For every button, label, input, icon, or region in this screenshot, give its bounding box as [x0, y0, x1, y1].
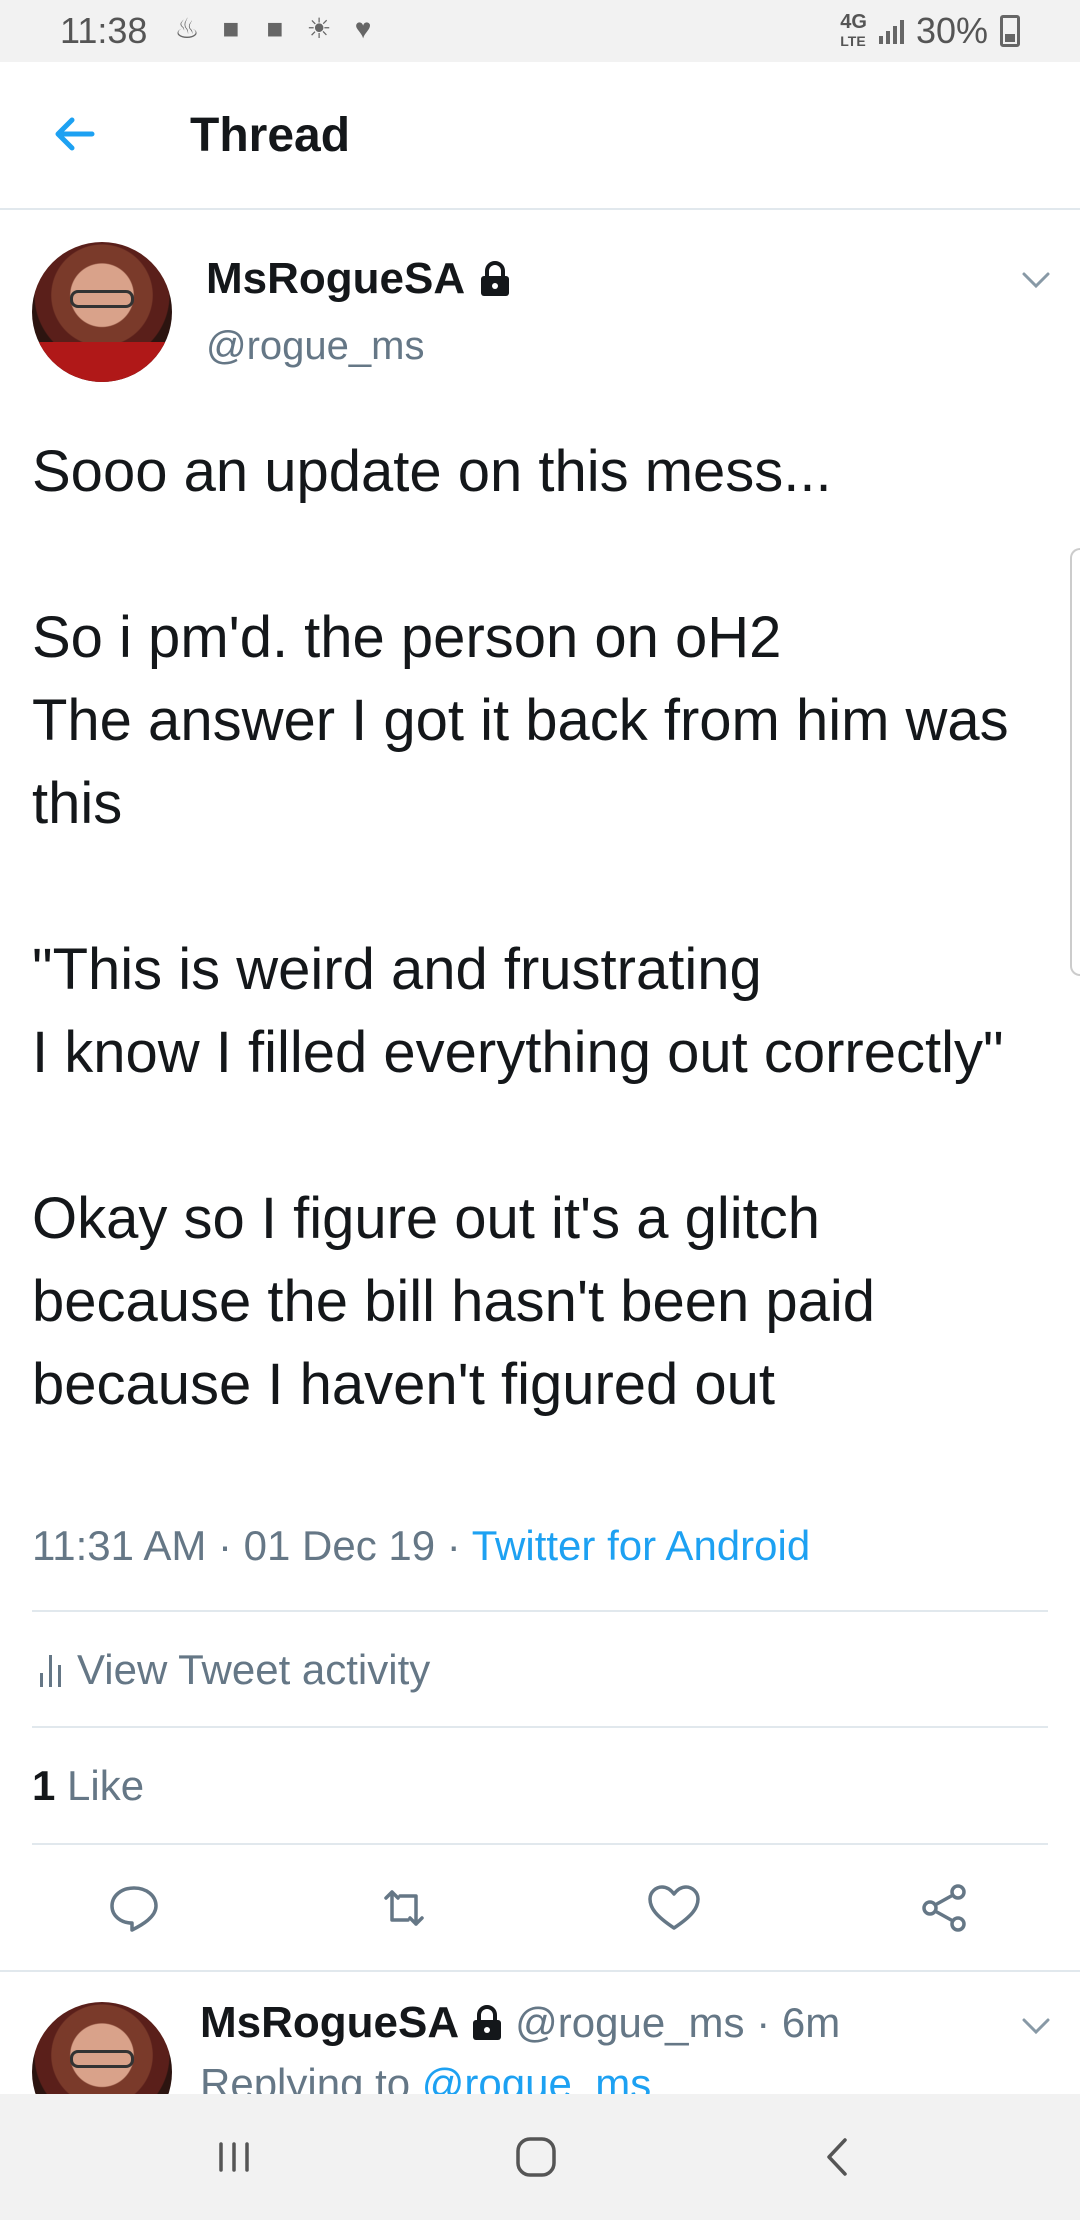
share-icon [922, 1884, 966, 1932]
divider [0, 1970, 1080, 1972]
activity-chart-icon [40, 1653, 61, 1687]
reply-author-name[interactable]: MsRogueSA [200, 1998, 459, 2048]
like-button[interactable] [644, 1878, 704, 1938]
reply-author[interactable]: MsRogueSA @rogue_ms · 6m [200, 1998, 840, 2048]
chevron-down-icon[interactable] [1018, 262, 1054, 298]
status-right: 4G LTE 30% [840, 10, 1020, 52]
battery-percent: 30% [915, 10, 988, 51]
tweet-timestamp: 11:31 AM · 01 Dec 19 · Twitter for Andro… [32, 1522, 811, 1569]
like-count: 1 [32, 1762, 56, 1809]
tweet-text: Sooo an update on this mess... So i pm'd… [32, 439, 1009, 1417]
lock-icon [481, 261, 510, 296]
retweet-button[interactable] [374, 1878, 434, 1938]
like-label: Like [67, 1762, 145, 1809]
tweet-date: 01 Dec 19 [243, 1522, 436, 1569]
home-icon [516, 2137, 556, 2177]
tweet-time: 11:31 AM [32, 1522, 207, 1569]
lock-icon [473, 2005, 502, 2040]
video-icon: ■ [266, 13, 284, 44]
divider [32, 1843, 1048, 1845]
scroll-indicator[interactable] [1070, 548, 1080, 976]
author-handle[interactable]: @rogue_ms [206, 324, 424, 369]
back-arrow-icon[interactable] [48, 108, 100, 160]
heart-icon: ♥ [354, 13, 372, 44]
battery-icon [1000, 15, 1020, 47]
signal-icon [878, 18, 904, 44]
avatar[interactable] [32, 242, 172, 382]
recent-apps-icon [219, 2142, 249, 2172]
weather-icon: ☀ [306, 13, 332, 44]
network-indicator: 4G LTE [840, 10, 867, 49]
author-name[interactable]: MsRogueSA [206, 254, 513, 304]
status-time: 11:38 [60, 10, 148, 51]
app-header: Thread [0, 62, 1080, 210]
back-button[interactable] [808, 2132, 868, 2182]
reply-icon [110, 1886, 158, 1932]
retweet-icon [384, 1890, 424, 1926]
likes-count[interactable]: 1 Like [32, 1762, 144, 1810]
video-icon: ■ [222, 13, 240, 44]
status-bar: 11:38 ♨ ■ ■ ☀ ♥ 4G LTE 30% [0, 0, 1080, 62]
page-title: Thread [190, 109, 351, 162]
heart-outline-icon [648, 1885, 700, 1930]
activity-label: View Tweet activity [77, 1646, 431, 1693]
author-name-text[interactable]: MsRogueSA [206, 254, 465, 304]
home-button[interactable] [506, 2132, 566, 2182]
system-nav-bar [0, 2094, 1080, 2220]
recent-apps-button[interactable] [204, 2132, 264, 2182]
cake-icon: ♨ [174, 13, 200, 44]
chevron-down-icon[interactable] [1018, 2008, 1054, 2044]
share-button[interactable] [914, 1878, 974, 1938]
reply-button[interactable] [104, 1878, 164, 1938]
divider [32, 1726, 1048, 1728]
view-tweet-activity-link[interactable]: View Tweet activity [40, 1646, 430, 1694]
back-chevron-icon [827, 2138, 847, 2176]
divider [32, 1610, 1048, 1612]
tweet-source-link[interactable]: Twitter for Android [472, 1522, 810, 1569]
notification-icons: ♨ ■ ■ ☀ ♥ [172, 14, 378, 44]
reply-author-handle[interactable]: @rogue_ms · 6m [515, 1999, 840, 2047]
